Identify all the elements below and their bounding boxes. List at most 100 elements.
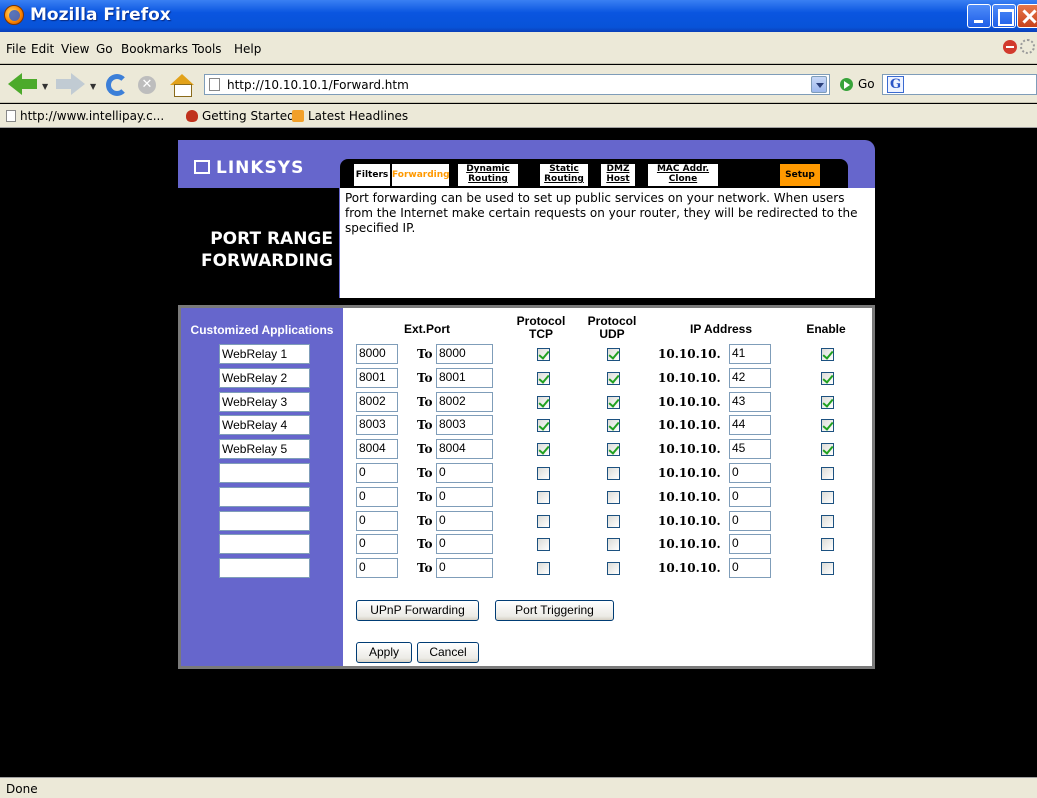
application-name-input[interactable] [219,558,310,578]
ip-last-octet-input[interactable]: 44 [729,415,771,435]
menu-file[interactable]: File [6,42,26,56]
url-text[interactable]: http://10.10.10.1/Forward.htm [227,78,409,92]
udp-checkbox[interactable] [607,562,620,575]
start-port-input[interactable]: 0 [356,487,398,507]
maximize-button[interactable] [992,4,1016,28]
menu-help[interactable]: Help [234,42,261,56]
end-port-input[interactable]: 8004 [436,439,493,459]
enable-checkbox[interactable] [821,491,834,504]
forward-dropdown-icon[interactable]: ▼ [90,82,96,91]
go-icon[interactable] [840,78,853,91]
ip-last-octet-input[interactable]: 0 [729,534,771,554]
udp-checkbox[interactable] [607,396,620,409]
home-icon[interactable] [170,74,194,97]
upnp-forwarding-button[interactable]: UPnP Forwarding [356,600,479,621]
google-search-icon[interactable]: G [887,76,904,93]
forward-arrow-icon[interactable] [56,73,86,95]
url-history-dropdown-icon[interactable] [811,76,827,93]
menu-go[interactable]: Go [96,42,113,56]
end-port-input[interactable]: 8003 [436,415,493,435]
udp-checkbox[interactable] [607,372,620,385]
tcp-checkbox[interactable] [537,562,550,575]
menu-tools[interactable]: Tools [192,42,222,56]
back-arrow-icon[interactable] [8,73,38,95]
stop-icon[interactable]: ✕ [138,76,156,94]
ip-last-octet-input[interactable]: 0 [729,487,771,507]
application-name-input[interactable] [219,487,310,507]
tcp-checkbox[interactable] [537,467,550,480]
bookmark-intellipay[interactable]: http://www.intellipay.c... [6,109,164,123]
tab-filters[interactable]: Filters [354,164,390,186]
tab-static-routing[interactable]: Static Routing [540,164,588,186]
close-button[interactable] [1017,4,1037,28]
udp-checkbox[interactable] [607,467,620,480]
enable-checkbox[interactable] [821,538,834,551]
ip-last-octet-input[interactable]: 41 [729,344,771,364]
tab-dmz-host[interactable]: DMZ Host [601,164,635,186]
search-box[interactable]: G [882,74,1037,95]
end-port-input[interactable]: 0 [436,558,493,578]
application-name-input[interactable] [219,511,310,531]
enable-checkbox[interactable] [821,348,834,361]
cancel-button[interactable]: Cancel [417,642,479,663]
bookmark-latest-headlines[interactable]: Latest Headlines [292,109,408,123]
enable-checkbox[interactable] [821,515,834,528]
enable-checkbox[interactable] [821,467,834,480]
application-name-input[interactable]: WebRelay 3 [219,392,310,412]
tcp-checkbox[interactable] [537,396,550,409]
ip-last-octet-input[interactable]: 42 [729,368,771,388]
end-port-input[interactable]: 8001 [436,368,493,388]
start-port-input[interactable]: 8000 [356,344,398,364]
tab-setup[interactable]: Setup [780,164,820,186]
end-port-input[interactable]: 8000 [436,344,493,364]
udp-checkbox[interactable] [607,419,620,432]
enable-checkbox[interactable] [821,372,834,385]
tcp-checkbox[interactable] [537,348,550,361]
enable-checkbox[interactable] [821,443,834,456]
start-port-input[interactable]: 0 [356,558,398,578]
ip-last-octet-input[interactable]: 0 [729,511,771,531]
tcp-checkbox[interactable] [537,443,550,456]
tab-forwarding[interactable]: Forwarding [392,164,450,186]
start-port-input[interactable]: 8001 [356,368,398,388]
application-name-input[interactable] [219,534,310,554]
udp-checkbox[interactable] [607,538,620,551]
udp-checkbox[interactable] [607,515,620,528]
menu-view[interactable]: View [61,42,89,56]
bookmark-getting-started[interactable]: Getting Started [186,109,295,123]
apply-button[interactable]: Apply [356,642,412,663]
enable-checkbox[interactable] [821,396,834,409]
application-name-input[interactable]: WebRelay 5 [219,439,310,459]
back-dropdown-icon[interactable]: ▼ [42,82,48,91]
update-icon[interactable] [1003,40,1017,54]
start-port-input[interactable]: 0 [356,463,398,483]
start-port-input[interactable]: 0 [356,511,398,531]
minimize-button[interactable] [967,4,991,28]
udp-checkbox[interactable] [607,491,620,504]
address-bar[interactable]: http://10.10.10.1/Forward.htm [204,74,830,95]
application-name-input[interactable] [219,463,310,483]
menu-edit[interactable]: Edit [31,42,54,56]
end-port-input[interactable]: 0 [436,511,493,531]
reload-icon[interactable] [106,74,128,96]
end-port-input[interactable]: 0 [436,463,493,483]
enable-checkbox[interactable] [821,562,834,575]
application-name-input[interactable]: WebRelay 4 [219,415,310,435]
tcp-checkbox[interactable] [537,372,550,385]
end-port-input[interactable]: 8002 [436,392,493,412]
ip-last-octet-input[interactable]: 45 [729,439,771,459]
application-name-input[interactable]: WebRelay 2 [219,368,310,388]
end-port-input[interactable]: 0 [436,487,493,507]
application-name-input[interactable]: WebRelay 1 [219,344,310,364]
udp-checkbox[interactable] [607,443,620,456]
enable-checkbox[interactable] [821,419,834,432]
tcp-checkbox[interactable] [537,515,550,528]
end-port-input[interactable]: 0 [436,534,493,554]
start-port-input[interactable]: 8004 [356,439,398,459]
tab-dynamic-routing[interactable]: Dynamic Routing [458,164,518,186]
tab-mac-addr-clone[interactable]: MAC Addr. Clone [648,164,718,186]
go-button[interactable]: Go [858,77,875,91]
start-port-input[interactable]: 8002 [356,392,398,412]
tcp-checkbox[interactable] [537,538,550,551]
start-port-input[interactable]: 8003 [356,415,398,435]
